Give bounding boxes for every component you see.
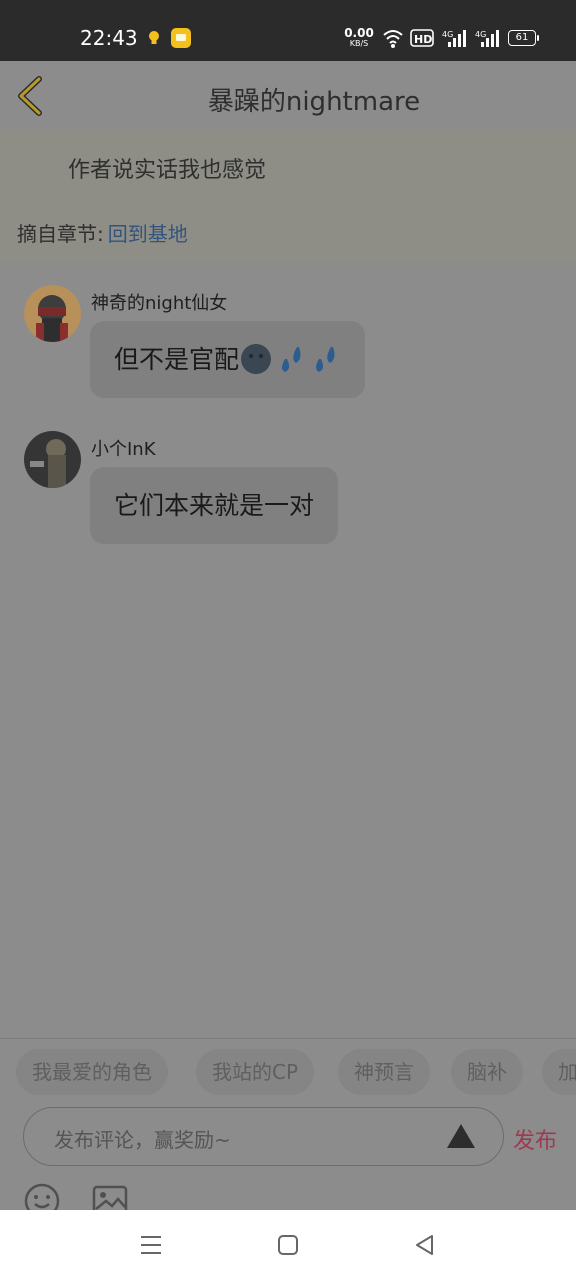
status-bar: 22:43 0.00 KB/S HD 4G 4G 61	[0, 0, 576, 61]
chapter-link[interactable]: 回到基地	[108, 222, 188, 246]
comment-text: 但不是官配	[114, 345, 240, 374]
comment-composer: 我最爱的角色 我站的CP 神预言 脑补 加 发布评论，赢奖励~ 发布	[0, 1038, 576, 1211]
wifi-icon	[383, 30, 403, 48]
comment-input[interactable]: 发布评论，赢奖励~	[23, 1107, 504, 1166]
header: 暴躁的nightmare	[0, 61, 576, 130]
tag-chip[interactable]: 我最爱的角色	[16, 1049, 168, 1095]
avatar[interactable]	[24, 431, 81, 488]
quote-box: 作者说实话我也感觉 摘自章节: 回到基地	[0, 130, 576, 261]
avatar[interactable]	[24, 285, 81, 342]
page-title: 暴躁的nightmare	[207, 87, 421, 117]
status-time: 22:43	[80, 26, 138, 50]
comment-text: 它们本来就是一对	[114, 491, 315, 520]
signal-icon-1: 4G	[442, 30, 466, 47]
battery-icon: 61	[508, 30, 539, 46]
back-icon[interactable]	[412, 1232, 438, 1258]
svg-text:4G: 4G	[442, 30, 453, 39]
svg-text:HD: HD	[414, 33, 432, 46]
menu-icon[interactable]	[138, 1232, 164, 1258]
comment-author[interactable]: 小个InK	[91, 435, 156, 461]
tag-chip[interactable]: 神预言	[338, 1049, 430, 1095]
publish-button[interactable]: 发布	[513, 1123, 557, 1155]
signal-icon-2: 4G	[475, 30, 499, 47]
new-moon-face-icon	[241, 344, 272, 374]
image-icon[interactable]	[92, 1183, 128, 1211]
comment-placeholder: 发布评论，赢奖励~	[54, 1128, 231, 1152]
lightbulb-icon	[149, 31, 159, 44]
network-speed: 0.00 KB/S	[344, 26, 374, 48]
comment-author[interactable]: 神奇的night仙女	[91, 289, 227, 315]
emoji-icon[interactable]	[24, 1183, 60, 1211]
comment-bubble[interactable]: 但不是官配	[90, 321, 366, 398]
tag-chip[interactable]: 加	[542, 1049, 576, 1095]
tag-chip[interactable]: 脑补	[451, 1049, 523, 1095]
triangle-up-icon[interactable]	[446, 1122, 476, 1150]
home-icon[interactable]	[275, 1232, 301, 1258]
system-nav-bar	[0, 1210, 576, 1280]
notification-app-icon	[171, 28, 191, 48]
svg-text:4G: 4G	[475, 30, 486, 39]
sweat-droplets-icon	[282, 347, 335, 372]
comment-bubble[interactable]: 它们本来就是一对	[90, 467, 339, 544]
chapter-label: 摘自章节:	[17, 222, 104, 246]
quote-text: 作者说实话我也感觉	[68, 158, 267, 183]
tag-chip[interactable]: 我站的CP	[196, 1049, 315, 1095]
hd-icon: HD	[410, 29, 434, 47]
chapter-source: 摘自章节: 回到基地	[17, 218, 188, 247]
